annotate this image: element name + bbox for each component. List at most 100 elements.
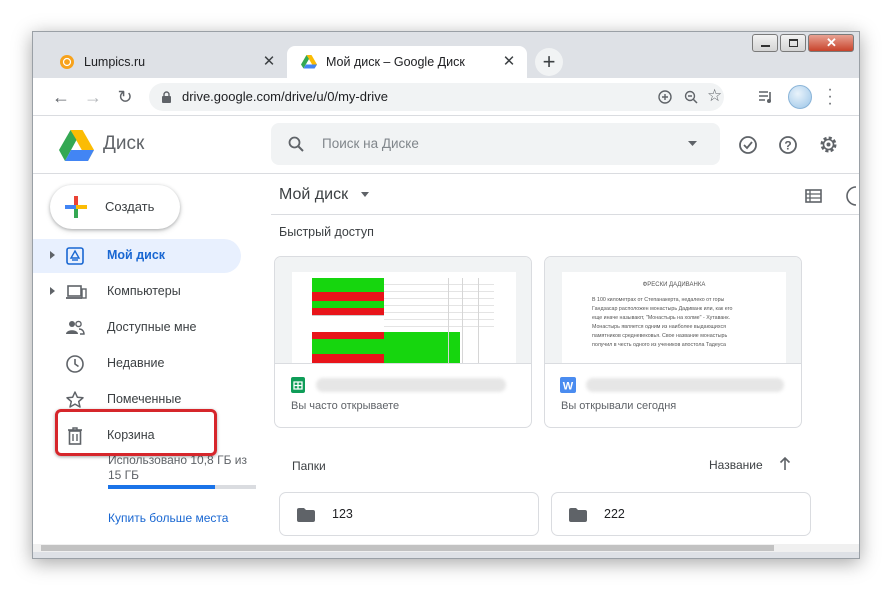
expand-arrow-icon[interactable]: [50, 287, 55, 295]
list-view-icon[interactable]: [805, 189, 822, 203]
folders-label: Папки: [292, 459, 326, 473]
word-document-icon: W: [560, 377, 576, 393]
google-sheets-icon: [291, 377, 305, 393]
computer-icon: [66, 285, 87, 299]
quick-access-label: Быстрый доступ: [279, 225, 374, 239]
blurred-file-name: [586, 378, 784, 392]
google-drive-icon: [301, 55, 317, 69]
sidebar-item-label: Доступные мне: [107, 320, 197, 334]
preview-line: еще иначе называют, "Монастырь на холме"…: [592, 315, 730, 321]
card-preview: ФРЕСКИ ДАДИВАНКА В 100 километрах от Сте…: [545, 257, 801, 363]
sort-arrow-up-icon[interactable]: [779, 456, 791, 471]
quick-access-card-docs[interactable]: ФРЕСКИ ДАДИВАНКА В 100 километрах от Сте…: [544, 256, 802, 428]
horizontal-scrollbar[interactable]: [33, 544, 859, 552]
preview-line: Монастырь является одним из наиболее выд…: [592, 324, 726, 330]
preview-line: В 100 километрах от Степанакерта, недале…: [592, 297, 725, 303]
plus-icon: [65, 196, 87, 218]
create-label: Создать: [105, 199, 155, 214]
preview-line: памятников средневековья. Свое название …: [592, 333, 728, 339]
header-divider: [33, 173, 859, 174]
forward-icon[interactable]: →: [83, 87, 103, 107]
details-info-icon[interactable]: [846, 186, 860, 206]
tab-google-drive[interactable]: Мой диск – Google Диск ✕: [287, 46, 527, 78]
url-text: drive.google.com/drive/u/0/my-drive: [182, 89, 388, 104]
title-dropdown-icon[interactable]: [360, 192, 369, 198]
bookmark-star-icon[interactable]: ☆: [707, 86, 722, 106]
expand-arrow-icon[interactable]: [50, 251, 55, 259]
zoom-out-icon[interactable]: [684, 90, 699, 105]
browser-window: ✕ Lumpics.ru ✕ Мой диск – Google Диск ✕ …: [32, 31, 860, 559]
close-window-button[interactable]: ✕: [808, 34, 854, 52]
reload-icon[interactable]: ↻: [115, 87, 135, 107]
star-icon: [66, 391, 84, 408]
storage-bar-fill: [108, 485, 215, 489]
people-icon: [66, 320, 85, 335]
tab-title: Мой диск – Google Диск: [326, 55, 465, 69]
trash-highlight-frame: [55, 409, 217, 456]
search-box[interactable]: Поиск на Диске: [271, 123, 720, 165]
browser-toolbar: ← → ↻ drive.google.com/drive/u/0/my-driv…: [33, 78, 859, 116]
buy-more-storage-link[interactable]: Купить больше места: [108, 511, 228, 525]
media-control-icon[interactable]: [758, 90, 774, 104]
app-name: Диск: [103, 133, 145, 154]
card-preview: [275, 257, 531, 363]
minimize-button[interactable]: [752, 34, 778, 52]
page-title[interactable]: Мой диск: [279, 186, 369, 204]
card-subtitle: Вы открывали сегодня: [561, 400, 677, 412]
install-icon[interactable]: [658, 90, 672, 104]
preview-line: получил в честь одного из учеников апост…: [592, 342, 726, 348]
offline-check-icon[interactable]: [738, 135, 758, 155]
google-drive-logo-icon[interactable]: [59, 130, 94, 161]
folder-icon: [569, 508, 587, 522]
blurred-file-name: [316, 378, 506, 392]
sort-by-name-button[interactable]: Название: [709, 458, 763, 472]
card-subtitle: Вы часто открываете: [291, 400, 400, 412]
page-title-text: Мой диск: [279, 186, 349, 203]
folder-icon: [297, 508, 315, 522]
storage-bar: [108, 485, 256, 489]
close-tab-icon[interactable]: ✕: [501, 54, 517, 70]
sidebar-item-computers[interactable]: Компьютеры: [33, 275, 241, 309]
svg-text:W: W: [563, 381, 574, 393]
maximize-button[interactable]: [780, 34, 806, 52]
sidebar-item-label: Мой диск: [107, 248, 166, 262]
folder-item[interactable]: 222: [551, 492, 811, 536]
sidebar-item-label: Помеченные: [107, 392, 182, 406]
lock-icon: [162, 91, 171, 103]
storage-text: Использовано 10,8 ГБ из 15 ГБ: [108, 453, 247, 482]
close-tab-icon[interactable]: ✕: [261, 54, 277, 70]
drive-icon: [66, 247, 84, 265]
scrollbar-thumb[interactable]: [41, 545, 774, 551]
search-options-icon[interactable]: [688, 141, 697, 146]
profile-avatar[interactable]: [788, 85, 812, 109]
search-icon[interactable]: [288, 136, 304, 152]
clock-icon: [66, 355, 84, 373]
back-icon[interactable]: ←: [51, 87, 71, 107]
preview-line: Гандзасар расположен монастырь Дадиванк …: [592, 306, 733, 312]
browser-menu-icon[interactable]: · · ·: [825, 82, 835, 112]
new-tab-button[interactable]: +: [535, 48, 563, 76]
quick-access-card-sheets[interactable]: Вы часто открываете: [274, 256, 532, 428]
address-bar[interactable]: drive.google.com/drive/u/0/my-drive ☆: [149, 83, 724, 111]
tab-title: Lumpics.ru: [84, 55, 146, 69]
title-divider: [271, 214, 859, 215]
tab-lumpics[interactable]: Lumpics.ru ✕: [45, 46, 287, 78]
help-icon[interactable]: ?: [778, 135, 798, 155]
sidebar-item-recent[interactable]: Недавние: [33, 347, 241, 381]
sidebar-item-label: Недавние: [107, 356, 165, 370]
svg-text:?: ?: [784, 139, 791, 153]
settings-gear-icon[interactable]: [818, 134, 839, 155]
search-placeholder: Поиск на Диске: [322, 136, 419, 151]
sidebar-item-shared[interactable]: Доступные мне: [33, 311, 241, 345]
document-thumbnail: ФРЕСКИ ДАДИВАНКА В 100 километрах от Сте…: [562, 272, 786, 363]
preview-title: ФРЕСКИ ДАДИВАНКА: [642, 282, 706, 288]
create-button[interactable]: Создать: [50, 185, 180, 229]
preview-text: В 100 километрах от Степанакерта, недале…: [592, 296, 772, 350]
folder-item[interactable]: 123: [279, 492, 539, 536]
drive-page: Диск Поиск на Диске ? Создать Мой диск К…: [33, 116, 860, 544]
orange-circle-icon: [60, 55, 74, 69]
folder-name: 222: [604, 507, 625, 521]
spreadsheet-thumbnail: [292, 272, 516, 363]
sidebar-item-label: Компьютеры: [107, 284, 181, 298]
sidebar-item-my-drive[interactable]: Мой диск: [33, 239, 241, 273]
